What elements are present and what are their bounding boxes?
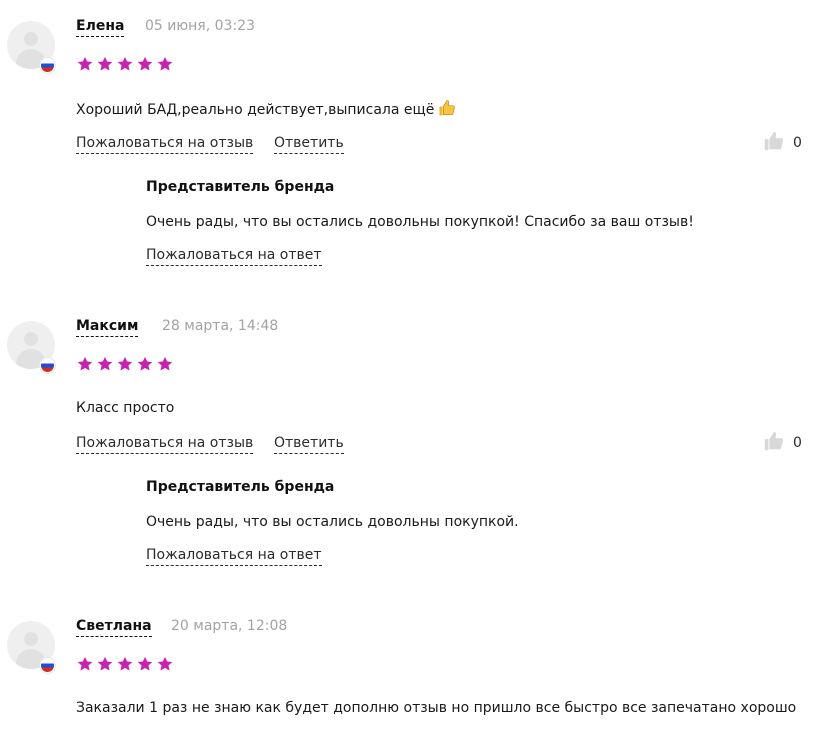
star-icon xyxy=(137,356,153,371)
review-card: Максим 28 марта, 14:48 Класс просто Пожа… xyxy=(0,300,815,600)
review-text: Хороший БАД,реально действует,выписала е… xyxy=(76,102,435,118)
review-date: 05 июня, 03:23 xyxy=(145,18,255,34)
like-button[interactable]: 0 xyxy=(763,130,802,152)
star-icon xyxy=(117,56,133,71)
review-card: Елена 05 июня, 03:23 Хороший БАД,реально… xyxy=(0,0,815,300)
report-reply-link[interactable]: Пожаловаться на ответ xyxy=(146,547,322,566)
star-icon xyxy=(157,656,173,671)
review-text-row: Хороший БАД,реально действует,выписала е… xyxy=(76,99,456,119)
like-count: 0 xyxy=(793,434,802,451)
thumbs-up-emoji xyxy=(439,100,456,116)
report-review-link[interactable]: Пожаловаться на отзыв xyxy=(76,435,254,454)
russia-flag-icon xyxy=(40,58,55,73)
report-review-link[interactable]: Пожаловаться на отзыв xyxy=(76,135,254,154)
like-count: 0 xyxy=(793,134,802,151)
review-text: Класс просто xyxy=(76,400,175,416)
review-date: 28 марта, 14:48 xyxy=(162,318,279,334)
rating-stars xyxy=(76,355,174,373)
review-text-row: Класс просто xyxy=(76,399,174,417)
review-author[interactable]: Елена xyxy=(76,18,125,37)
thumbs-up-icon xyxy=(764,131,784,151)
star-icon xyxy=(137,56,153,71)
brand-reply-text: Очень рады, что вы остались довольны пок… xyxy=(146,514,519,530)
review-date: 20 марта, 12:08 xyxy=(171,618,288,634)
like-button[interactable]: 0 xyxy=(763,430,802,452)
brand-reply-title: Представитель бренда xyxy=(146,179,335,195)
rating-stars xyxy=(76,655,174,673)
brand-reply-text: Очень рады, что вы остались довольны пок… xyxy=(146,214,694,230)
brand-reply-title: Представитель бренда xyxy=(146,479,335,495)
star-icon xyxy=(77,56,93,71)
review-text: Заказали 1 раз не знаю как будет дополню… xyxy=(76,700,797,716)
thumbs-up-icon xyxy=(764,431,784,451)
star-icon xyxy=(137,656,153,671)
star-icon xyxy=(97,656,113,671)
russia-flag-icon xyxy=(40,358,55,373)
star-icon xyxy=(77,356,93,371)
review-author[interactable]: Светлана xyxy=(76,618,152,637)
star-icon xyxy=(77,656,93,671)
report-reply-link[interactable]: Пожаловаться на ответ xyxy=(146,247,322,266)
reply-link[interactable]: Ответить xyxy=(274,135,344,154)
russia-flag-icon xyxy=(40,658,55,673)
review-author[interactable]: Максим xyxy=(76,318,139,337)
star-icon xyxy=(117,356,133,371)
star-icon xyxy=(97,356,113,371)
review-text-row: Заказали 1 раз не знаю как будет дополню… xyxy=(76,699,796,717)
reply-link[interactable]: Ответить xyxy=(274,435,344,454)
rating-stars xyxy=(76,55,174,73)
review-card: Светлана 20 марта, 12:08 Заказали 1 раз … xyxy=(0,600,815,729)
star-icon xyxy=(157,356,173,371)
star-icon xyxy=(117,656,133,671)
star-icon xyxy=(157,56,173,71)
star-icon xyxy=(97,56,113,71)
